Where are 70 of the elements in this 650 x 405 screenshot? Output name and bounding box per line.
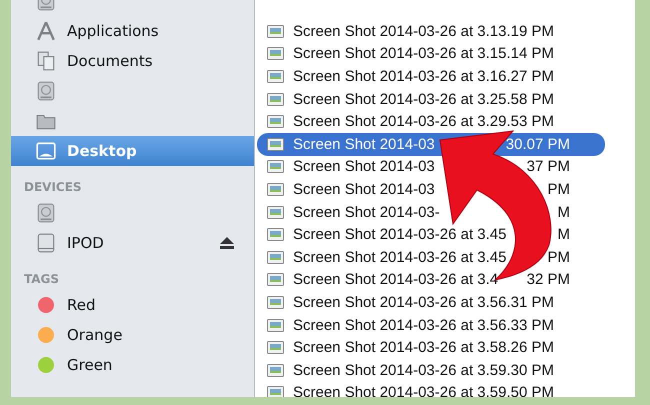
image-file-icon	[267, 24, 284, 38]
file-row[interactable]: Screen Shot 2014-03-26 at 3.25.58 PM	[257, 88, 605, 110]
file-row[interactable]: Screen Shot 2014-03-26 at 3.56.31 PM	[257, 291, 605, 314]
file-row[interactable]: Screen Shot 2014-03-26 at 3.45 PM	[257, 246, 605, 269]
file-name: Screen Shot 2014-03-26 at 3.13.19 PM	[293, 22, 554, 40]
applications-icon	[35, 20, 57, 42]
image-file-icon	[267, 47, 284, 60]
file-row[interactable]: Screen Shot 2014-03-26 at 3.45 M	[257, 223, 605, 246]
file-name-end: M	[558, 204, 570, 221]
file-name: Screen Shot 2014-03	[293, 136, 435, 153]
image-file-icon	[267, 138, 284, 151]
file-row[interactable]: Screen Shot 2014-03-26 at 3.15.14 PM	[257, 42, 605, 66]
image-file-icon	[267, 250, 284, 264]
file-name: Screen Shot 2014-03-	[293, 204, 440, 221]
image-file-icon	[267, 70, 284, 83]
image-file-icon	[267, 273, 284, 286]
file-name-end: M	[558, 226, 570, 244]
sidebar-item[interactable]: Red	[11, 290, 254, 320]
drive-icon	[35, 232, 57, 254]
file-name: Screen Shot 2014-03-26 at 3.45	[293, 248, 506, 266]
image-file-icon	[267, 92, 284, 106]
image-file-icon	[267, 341, 284, 354]
file-name: Screen Shot 2014-03	[293, 180, 435, 198]
image-file-icon	[267, 386, 284, 397]
file-row[interactable]: Screen Shot 2014-03-26 at 3.16.27 PM	[257, 65, 605, 88]
file-row[interactable]: Screen Shot 2014-03-26 at 3.29.53 PM	[257, 110, 605, 133]
file-name-end: PM	[548, 248, 570, 266]
file-row[interactable]: Screen Shot 2014-03-26 at 3.58.26 PM	[257, 336, 605, 359]
image-file-icon	[267, 228, 284, 242]
file-name: Screen Shot 2014-03-26 at 3.15.14 PM	[293, 45, 554, 62]
file-row[interactable]: Screen Shot 2014-03 37 PM	[257, 156, 605, 178]
file-name-end: PM	[548, 180, 570, 198]
image-file-icon	[267, 115, 284, 128]
documents-icon	[35, 50, 57, 72]
file-name-end: 32 PM	[526, 271, 570, 288]
file-name: Screen Shot 2014-03-26 at 3.56.33 PM	[293, 316, 554, 334]
file-name: Screen Shot 2014-03-26 at 3.45	[293, 226, 506, 244]
hard-drive-icon	[35, 80, 57, 102]
file-row[interactable]: Screen Shot 2014-03-26 at 3.13.19 PM	[257, 20, 605, 43]
sidebar-item[interactable]: Orange	[11, 320, 254, 350]
image-file-icon	[267, 206, 284, 219]
eject-icon[interactable]	[220, 237, 234, 249]
image-file-icon	[267, 364, 284, 377]
section-header: TAGS	[23, 271, 60, 288]
file-row[interactable]: Screen Shot 2014-03 PM	[257, 178, 605, 201]
file-name: Screen Shot 2014-03-26 at 3.29.53 PM	[293, 113, 554, 130]
file-row[interactable]: Screen Shot 2014-03-26 at 3.4 32 PM	[257, 268, 605, 292]
sidebar-item[interactable]: Applications	[11, 16, 254, 46]
image-file-icon	[267, 160, 284, 174]
section-header: DEVICES	[23, 179, 83, 196]
file-name: Screen Shot 2014-03-26 at 3.16.27 PM	[293, 68, 554, 85]
file-name: Screen Shot 2014-03-26 at 3.56.31 PM	[293, 294, 554, 311]
hard-drive-icon	[35, 202, 57, 224]
file-name-end: 37 PM	[526, 158, 570, 176]
file-name: Screen Shot 2014-03-26 at 3.25.58 PM	[293, 90, 554, 108]
image-file-icon	[267, 296, 284, 309]
image-file-icon	[267, 182, 284, 196]
sidebar-item[interactable]: IPOD	[11, 228, 254, 258]
file-name: Screen Shot 2014-03	[293, 158, 435, 176]
image-file-icon	[267, 318, 284, 332]
sidebar-item[interactable]: Green	[11, 350, 254, 380]
desktop-icon	[35, 140, 57, 162]
file-name: Screen Shot 2014-03-26 at 3.58.26 PM	[293, 339, 554, 356]
file-row[interactable]: Screen Shot 2014-03-26 at 3.59.30 PM	[257, 358, 605, 382]
file-name: Screen Shot 2014-03-26 at 3.4	[293, 271, 498, 288]
file-name-end: 30.07 PM	[506, 136, 570, 153]
file-name: Screen Shot 2014-03-26 at 3.59.30 PM	[293, 362, 554, 379]
file-row[interactable]: Screen Shot 2014-03-26 at 3.56.33 PM	[257, 314, 605, 336]
file-row[interactable]: Screen Shot 2014-03- M	[257, 200, 605, 224]
sidebar-item[interactable]: Documents	[11, 46, 254, 76]
